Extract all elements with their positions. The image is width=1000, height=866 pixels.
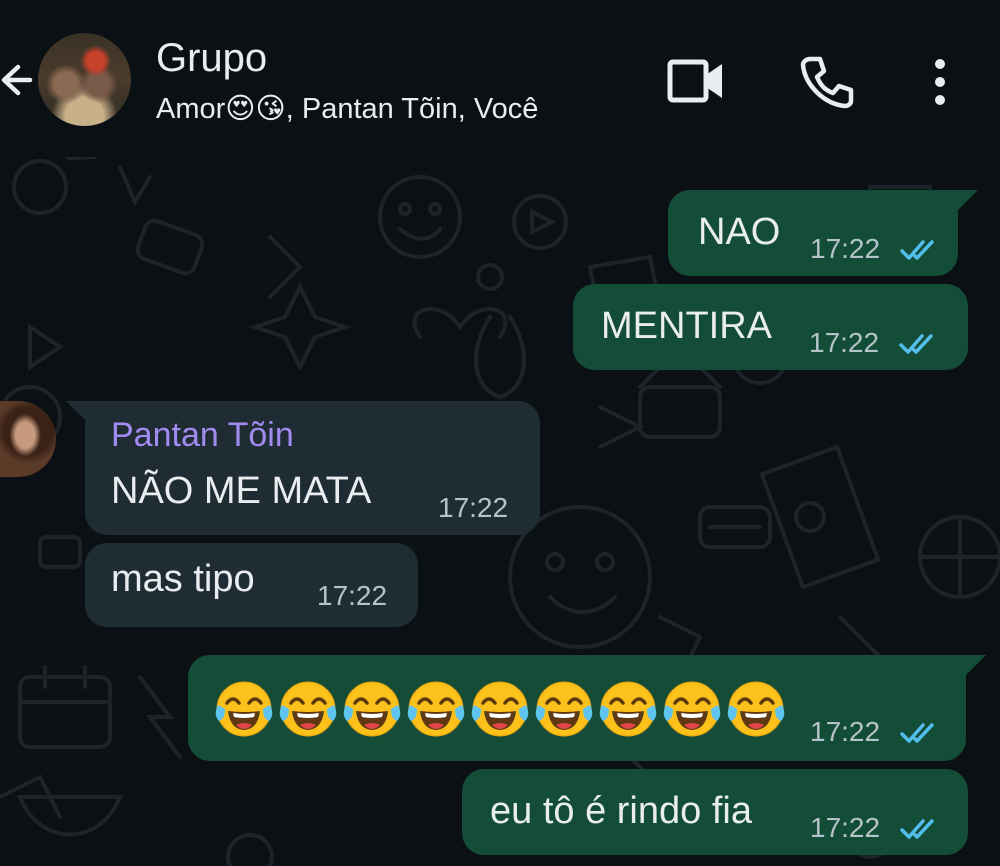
tears-of-joy-emoji-icon — [599, 681, 657, 737]
bubble-tail — [66, 401, 86, 421]
message-text: NAO — [698, 211, 781, 253]
read-receipt-icon — [900, 723, 934, 743]
video-call-icon[interactable] — [667, 58, 725, 104]
tears-of-joy-emoji-icon — [727, 681, 785, 737]
group-avatar[interactable] — [38, 33, 131, 126]
message-time: 17:22 — [317, 580, 388, 611]
tears-of-joy-emoji-icon — [279, 681, 337, 737]
chat-area[interactable]: NAO 17:22 MENTIRA 17:22 Pantan Tõin NÃO … — [0, 157, 1000, 866]
tears-of-joy-emoji-icon — [663, 681, 721, 737]
message-text: mas tipo — [111, 558, 255, 600]
outgoing-message[interactable]: eu tô é rindo fia 17:22 — [462, 769, 968, 855]
emoji-row — [214, 679, 786, 739]
tears-of-joy-emoji-icon — [215, 681, 273, 737]
phone-icon[interactable] — [800, 55, 854, 109]
message-time: 17:22 — [809, 327, 880, 358]
sender-name[interactable]: Pantan Tõin — [111, 415, 294, 455]
incoming-message[interactable]: Pantan Tõin NÃO ME MATA 17:22 — [85, 401, 540, 535]
message-time: 17:22 — [438, 492, 509, 523]
message-text: eu tô é rindo fia — [490, 790, 752, 832]
read-receipt-icon — [900, 240, 934, 260]
chat-participants[interactable]: Amor😍😘, Pantan Tõin, Você — [156, 90, 538, 128]
tears-of-joy-emoji-icon — [407, 681, 465, 737]
bubble-tail — [958, 190, 978, 210]
bubble-tail — [966, 655, 986, 675]
read-receipt-icon — [899, 334, 933, 354]
message-time: 17:22 — [810, 233, 881, 264]
chat-header: Grupo Amor😍😘, Pantan Tõin, Você — [0, 0, 1000, 157]
message-text: MENTIRA — [601, 305, 772, 347]
message-text: NÃO ME MATA — [111, 470, 372, 512]
outgoing-message[interactable]: NAO 17:22 — [668, 190, 958, 276]
read-receipt-icon — [900, 819, 934, 839]
tears-of-joy-emoji-icon — [343, 681, 401, 737]
message-time: 17:22 — [810, 812, 881, 843]
chat-title[interactable]: Grupo — [156, 34, 267, 82]
tears-of-joy-emoji-icon — [471, 681, 529, 737]
incoming-message[interactable]: mas tipo 17:22 — [85, 543, 418, 627]
outgoing-message[interactable]: 17:22 — [188, 655, 966, 761]
message-time: 17:22 — [810, 716, 881, 747]
outgoing-message[interactable]: MENTIRA 17:22 — [573, 284, 968, 370]
tears-of-joy-emoji-icon — [535, 681, 593, 737]
arrow-back-icon[interactable] — [0, 55, 34, 105]
more-vertical-icon[interactable] — [930, 58, 950, 106]
